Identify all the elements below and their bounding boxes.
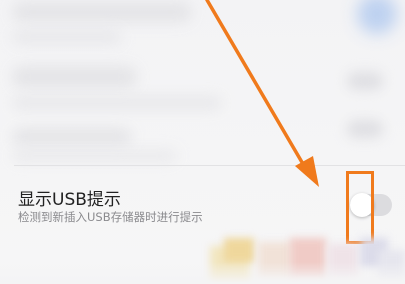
blurred-accent-icon: [357, 0, 397, 34]
settings-screen: 显示USB提示 检测到新插入USB存储器时进行提示: [0, 0, 405, 284]
setting-title: 显示USB提示: [18, 190, 121, 210]
blurred-setting-subtitle: [12, 30, 122, 44]
blurred-setting-title: [12, 128, 132, 146]
row-divider: [14, 165, 405, 166]
setting-subtitle: 检测到新插入USB存储器时进行提示: [18, 210, 203, 224]
setting-row-usb-prompt[interactable]: 显示USB提示 检测到新插入USB存储器时进行提示: [0, 178, 405, 232]
blurred-setting-title: [12, 2, 192, 22]
blurred-setting-title: [12, 66, 137, 88]
bottom-fade: [0, 262, 405, 284]
annotation-highlight-box: [346, 171, 374, 244]
blurred-toggle-switch: [347, 120, 383, 138]
blurred-setting-subtitle: [12, 96, 222, 110]
blurred-setting-subtitle: [12, 150, 177, 162]
blurred-toggle-switch: [347, 72, 383, 90]
